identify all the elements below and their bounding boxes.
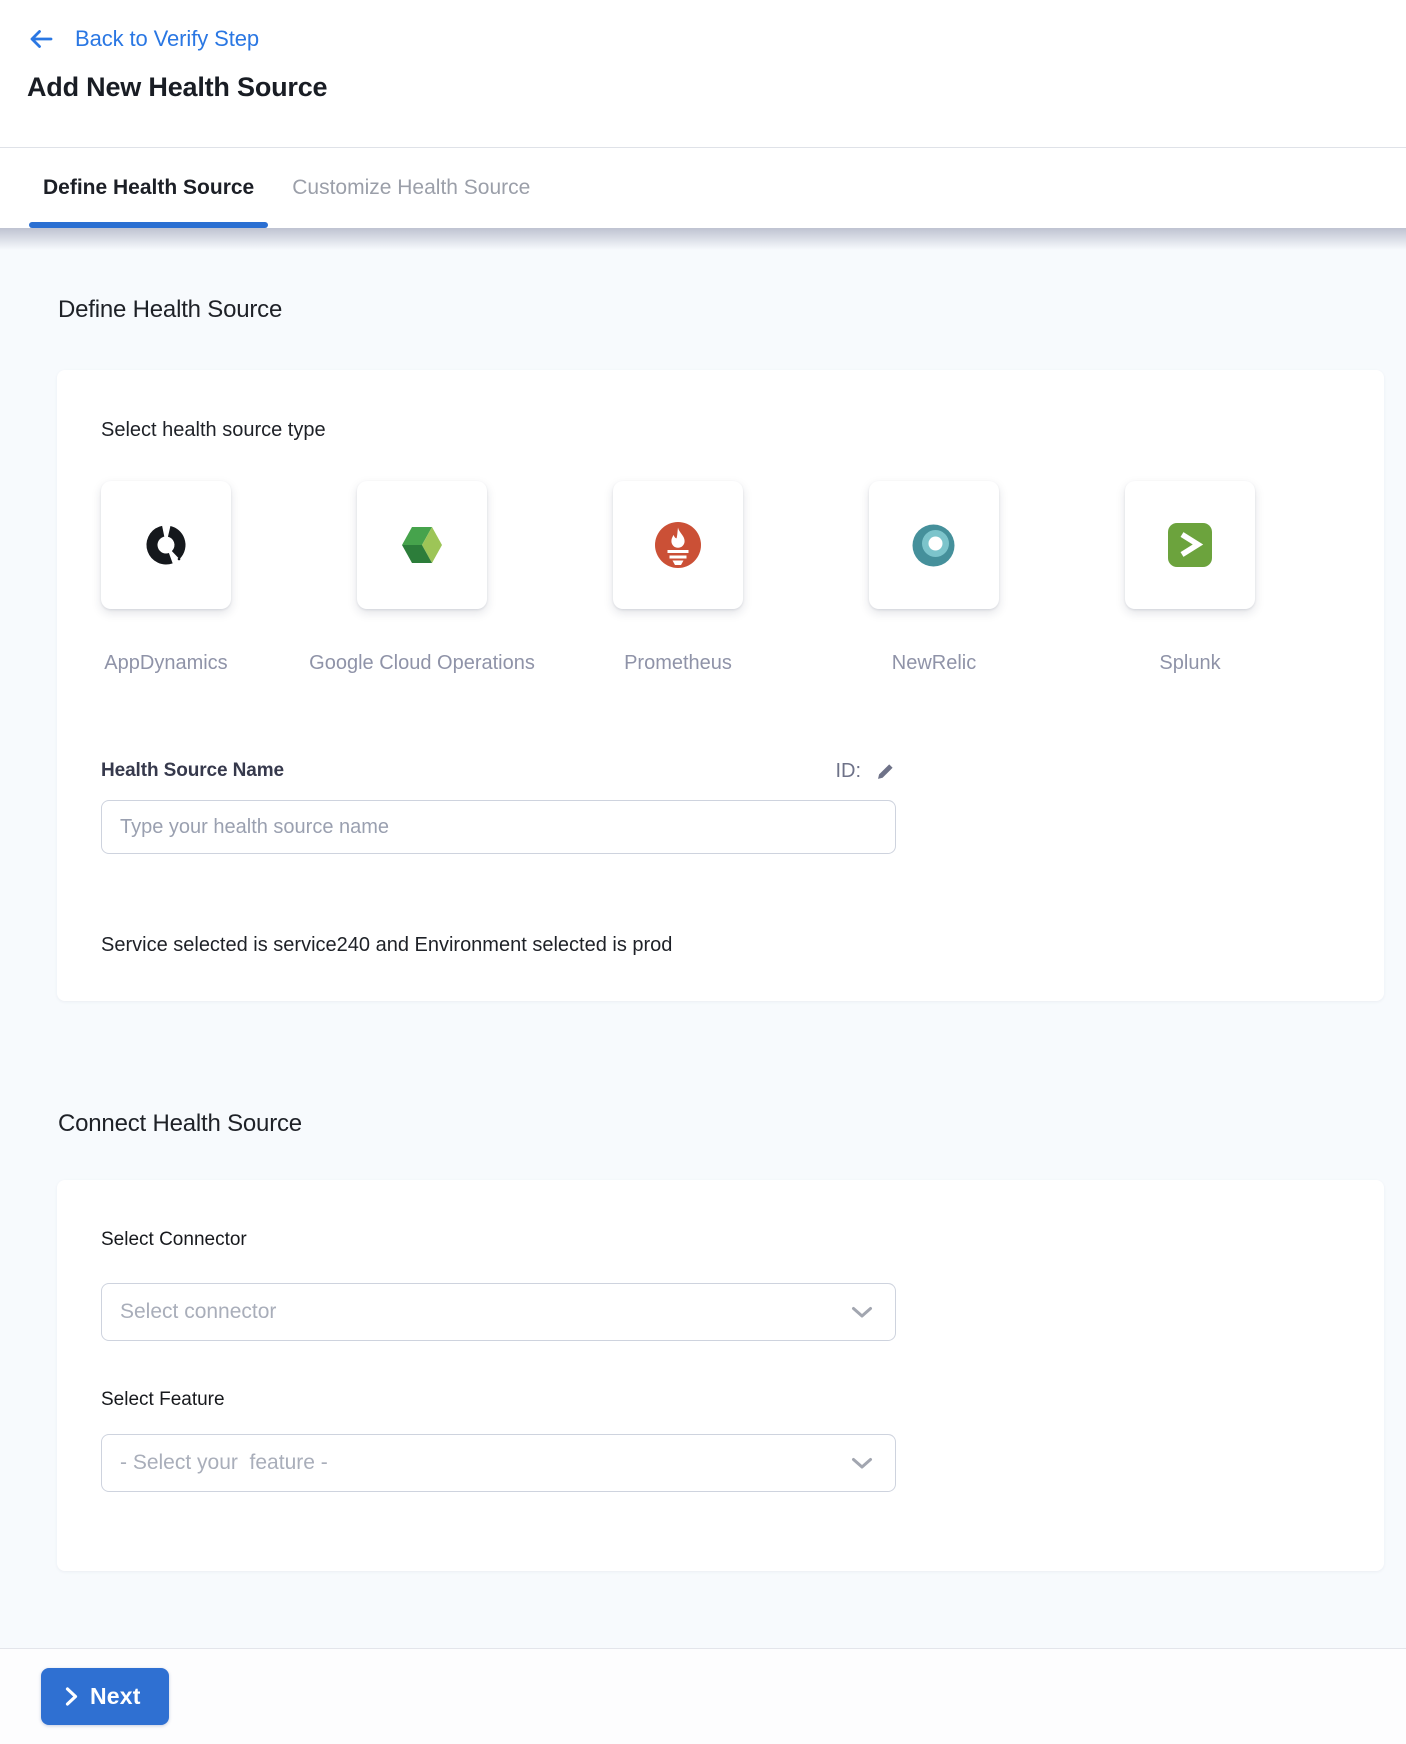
back-link-label: Back to Verify Step xyxy=(75,26,259,52)
feature-select[interactable]: - Select your feature - xyxy=(101,1434,896,1492)
splunk-tile xyxy=(1125,481,1255,609)
feature-select-placeholder: - Select your feature - xyxy=(120,1451,328,1475)
chevron-down-icon xyxy=(851,1457,873,1470)
appdynamics-icon xyxy=(142,521,190,569)
health-source-name-label: Health Source Name xyxy=(101,760,284,782)
health-source-option-splunk[interactable]: Splunk xyxy=(1125,481,1255,676)
add-health-source-page: Back to Verify Step Add New Health Sourc… xyxy=(0,0,1406,1744)
select-feature-label: Select Feature xyxy=(101,1388,1384,1412)
connect-section-heading: Connect Health Source xyxy=(58,1110,1406,1138)
define-health-source-card: Select health source type AppDynamics xyxy=(57,370,1384,1001)
chevron-down-icon xyxy=(851,1306,873,1319)
tab-customize-health-source[interactable]: Customize Health Source xyxy=(278,148,544,228)
health-source-type-row: AppDynamics Google Cloud Operations xyxy=(101,481,1384,676)
health-source-option-google-cloud-operations[interactable]: Google Cloud Operations xyxy=(357,481,487,676)
newrelic-icon xyxy=(910,521,958,569)
source-type-label: Google Cloud Operations xyxy=(309,650,535,676)
connector-select-placeholder: Select connector xyxy=(120,1300,276,1324)
next-button[interactable]: Next xyxy=(41,1668,169,1725)
connect-health-source-card: Select Connector Select connector Select… xyxy=(57,1180,1384,1571)
source-type-label: Prometheus xyxy=(624,650,732,676)
source-type-label: Splunk xyxy=(1159,650,1220,676)
health-source-name-input[interactable] xyxy=(101,800,896,854)
newrelic-tile xyxy=(869,481,999,609)
main-content: Define Health Source Select health sourc… xyxy=(0,228,1406,1648)
google-cloud-operations-icon xyxy=(398,521,446,569)
prometheus-tile xyxy=(613,481,743,609)
health-source-option-appdynamics[interactable]: AppDynamics xyxy=(101,481,231,676)
service-environment-note: Service selected is service240 and Envir… xyxy=(101,932,1384,958)
back-link[interactable]: Back to Verify Step xyxy=(27,24,259,54)
arrow-left-icon xyxy=(27,28,54,50)
id-label: ID: xyxy=(835,760,861,783)
google-cloud-operations-tile xyxy=(357,481,487,609)
page-title: Add New Health Source xyxy=(27,72,1406,103)
splunk-icon xyxy=(1166,521,1214,569)
page-header: Back to Verify Step Add New Health Sourc… xyxy=(0,0,1406,148)
health-source-option-prometheus[interactable]: Prometheus xyxy=(613,481,743,676)
define-section-heading: Define Health Source xyxy=(58,228,1406,324)
select-connector-label: Select Connector xyxy=(101,1228,1384,1252)
health-source-name-row: Health Source Name ID: xyxy=(101,758,896,784)
source-type-label: AppDynamics xyxy=(104,650,227,676)
tab-define-health-source[interactable]: Define Health Source xyxy=(29,148,268,228)
connector-select[interactable]: Select connector xyxy=(101,1283,896,1341)
pencil-icon xyxy=(875,761,896,782)
edit-id-button[interactable] xyxy=(875,761,896,782)
tab-bar: Define Health Source Customize Health So… xyxy=(0,148,1406,228)
select-type-label: Select health source type xyxy=(101,418,1384,442)
source-type-label: NewRelic xyxy=(892,650,976,676)
health-source-option-newrelic[interactable]: NewRelic xyxy=(869,481,999,676)
appdynamics-tile xyxy=(101,481,231,609)
prometheus-icon xyxy=(654,521,702,569)
chevron-right-icon xyxy=(65,1687,78,1706)
next-button-label: Next xyxy=(90,1683,141,1710)
id-wrap: ID: xyxy=(835,760,896,783)
footer-bar: Next xyxy=(0,1648,1406,1744)
